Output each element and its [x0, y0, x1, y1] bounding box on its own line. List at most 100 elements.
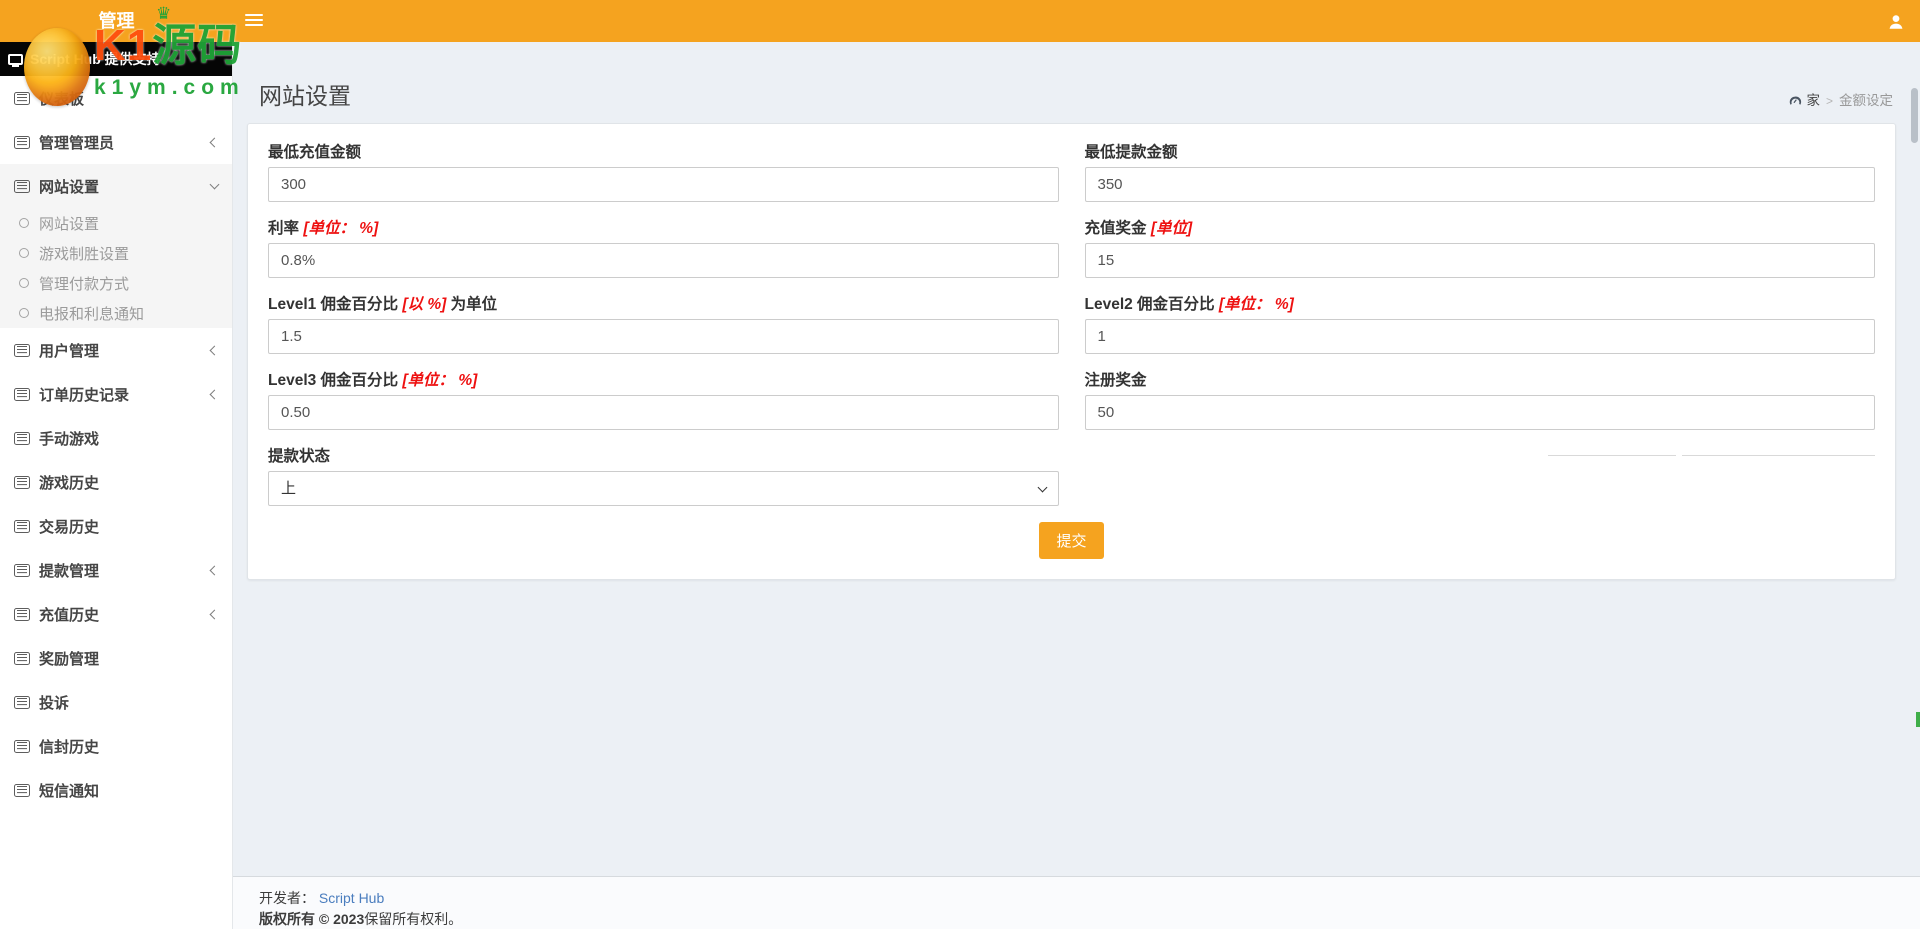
developer-label: 开发者：	[259, 890, 315, 906]
sidebar-item-7[interactable]: 交易历史	[0, 504, 232, 548]
sidebar-group-expanded: 网站设置 网站设置 游戏制胜设置 管理付款方式 电报和利息通知	[0, 164, 232, 328]
recharge-bonus-input[interactable]	[1084, 243, 1875, 278]
circle-icon	[19, 308, 29, 318]
copyright-bold: 版权所有 © 2023	[259, 911, 365, 927]
developer-link[interactable]: Script Hub	[319, 890, 384, 906]
form-field-recharge-bonus: 充值奖金 [单位]	[1084, 216, 1875, 278]
settings-card: 最低充值金额 最低提款金额利率 [单位： %] 充值奖金 [单位] Level1 佣金…	[247, 123, 1896, 580]
sidebar-subitem-3[interactable]: 电报和利息通知	[0, 298, 232, 328]
sidebar-item-label: 交易历史	[39, 518, 100, 536]
sidebar-item-9[interactable]: 充值历史	[0, 592, 232, 636]
list-icon	[14, 135, 30, 149]
breadcrumb-current: 金额设定	[1839, 93, 1893, 109]
sidebar-subitem-1[interactable]: 游戏制胜设置	[0, 238, 232, 268]
form-field-interest-rate: 利率 [单位： %]	[268, 216, 1059, 278]
field-label-level2-commission: Level2 佣金百分比 [单位： %]	[1084, 296, 1294, 313]
main-content: 网站设置 家 > 金额设定 最低充值金额 最低提款金额利率 [单位： %] 充值奖金…	[233, 42, 1920, 929]
level2-commission-input[interactable]	[1084, 319, 1875, 354]
sidebar: Script Hub 提供支持 仪表板 管理管理员 网站设置 网站设置 游戏制胜设置 管理…	[0, 42, 233, 929]
level1-commission-input[interactable]	[268, 319, 1059, 354]
person-glyph	[1889, 15, 1903, 29]
form-field-min-recharge-amount: 最低充值金额	[268, 140, 1059, 202]
register-bonus-input[interactable]	[1084, 395, 1875, 430]
sidebar-nav: 仪表板 管理管理员 网站设置 网站设置 游戏制胜设置 管理付款方式 电报和利息通知 用户管理订…	[0, 76, 232, 812]
list-icon	[14, 607, 30, 621]
breadcrumb-home[interactable]: 家	[1788, 94, 1820, 108]
sidebar-item-label: 用户管理	[39, 342, 100, 360]
chevron-left-icon	[209, 565, 220, 575]
list-icon	[14, 343, 30, 357]
sidebar-item-label: 充值历史	[39, 606, 100, 624]
sidebar-item-label: 订单历史记录	[39, 386, 130, 404]
circle-icon	[19, 248, 29, 258]
sidebar-item-8[interactable]: 提款管理	[0, 548, 232, 592]
field-label-register-bonus: 注册奖金	[1084, 372, 1147, 389]
copyright-line: 版权所有 © 2023保留所有权利。	[259, 910, 1894, 929]
sidebar-item-12[interactable]: 信封历史	[0, 724, 232, 768]
list-icon	[14, 91, 30, 105]
list-icon	[14, 783, 30, 797]
user-icon[interactable]	[1886, 12, 1906, 32]
scrollbar-thumb[interactable]	[1911, 88, 1918, 143]
sidebar-subitem-label: 电报和利息通知	[39, 305, 145, 323]
sidebar-item-13[interactable]: 短信通知	[0, 768, 232, 812]
chevron-left-icon	[209, 137, 220, 147]
min-recharge-amount-input[interactable]	[268, 167, 1059, 202]
sidebar-item-11[interactable]: 投诉	[0, 680, 232, 724]
interest-rate-input[interactable]	[268, 243, 1059, 278]
monitor-icon	[8, 53, 23, 67]
list-icon	[14, 387, 30, 401]
sidebar-item-3[interactable]: 用户管理	[0, 328, 232, 372]
field-label-level3-commission: Level3 佣金百分比 [单位： %]	[268, 372, 478, 389]
page-title: 网站设置	[259, 83, 351, 109]
breadcrumb: 家 > 金额设定	[1788, 94, 1893, 108]
hamburger-icon[interactable]	[245, 14, 263, 28]
sidebar-item-5[interactable]: 手动游戏	[0, 416, 232, 460]
field-label-min-recharge-amount: 最低充值金额	[268, 144, 362, 161]
form-field-min-withdraw-amount: 最低提款金额	[1084, 140, 1875, 202]
copyright-rest: 保留所有权利。	[364, 911, 463, 927]
sidebar-item-2[interactable]: 网站设置	[0, 164, 232, 208]
sidebar-item-10[interactable]: 奖励管理	[0, 636, 232, 680]
list-icon	[14, 651, 30, 665]
sidebar-item-label: 仪表板	[39, 90, 85, 108]
app-brand: 管理	[98, 11, 135, 31]
chevron-left-icon	[209, 345, 220, 355]
sidebar-item-0[interactable]: 仪表板	[0, 76, 232, 120]
sidebar-subitem-2[interactable]: 管理付款方式	[0, 268, 232, 298]
top-navbar: 管理	[0, 0, 1920, 42]
right-edge-marker	[1916, 712, 1920, 727]
min-withdraw-amount-input[interactable]	[1084, 167, 1875, 202]
list-icon	[14, 563, 30, 577]
sidebar-subitem-0[interactable]: 网站设置	[0, 208, 232, 238]
sidebar-item-label: 网站设置	[39, 178, 100, 196]
sidebar-item-1[interactable]: 管理管理员	[0, 120, 232, 164]
submit-row: 提交	[268, 522, 1875, 559]
sidebar-subitem-label: 游戏制胜设置	[39, 245, 130, 263]
sidebar-item-4[interactable]: 订单历史记录	[0, 372, 232, 416]
chevron-down-icon	[209, 179, 220, 190]
sidebar-item-label: 游戏历史	[39, 474, 100, 492]
sidebar-item-6[interactable]: 游戏历史	[0, 460, 232, 504]
settings-form: 最低充值金额 最低提款金额利率 [单位： %] 充值奖金 [单位] Level1 佣金…	[268, 140, 1875, 506]
dashboard-icon	[1790, 96, 1802, 105]
list-icon	[14, 739, 30, 753]
form-field-level1-commission: Level1 佣金百分比 [以 %] 为单位	[268, 292, 1059, 354]
submit-button[interactable]: 提交	[1039, 522, 1104, 559]
field-label-min-withdraw-amount: 最低提款金额	[1084, 144, 1178, 161]
sidebar-item-label: 奖励管理	[39, 650, 100, 668]
form-field-level2-commission: Level2 佣金百分比 [单位： %]	[1084, 292, 1875, 354]
sidebar-subitem-label: 管理付款方式	[39, 275, 130, 293]
form-field-register-bonus: 注册奖金	[1084, 368, 1875, 430]
page-footer: 开发者： Script Hub 版权所有 © 2023保留所有权利。	[233, 876, 1920, 929]
divider-lines	[1085, 444, 1875, 506]
field-label-level1-commission: Level1 佣金百分比 [以 %] 为单位	[268, 296, 498, 313]
content-header: 网站设置 家 > 金额设定	[233, 42, 1920, 123]
sidebar-item-label: 投诉	[39, 694, 70, 712]
withdraw-status-select[interactable]: 上	[268, 471, 1059, 506]
list-icon	[14, 431, 30, 445]
list-icon	[14, 179, 30, 193]
chevron-left-icon	[209, 609, 220, 619]
level3-commission-input[interactable]	[268, 395, 1059, 430]
